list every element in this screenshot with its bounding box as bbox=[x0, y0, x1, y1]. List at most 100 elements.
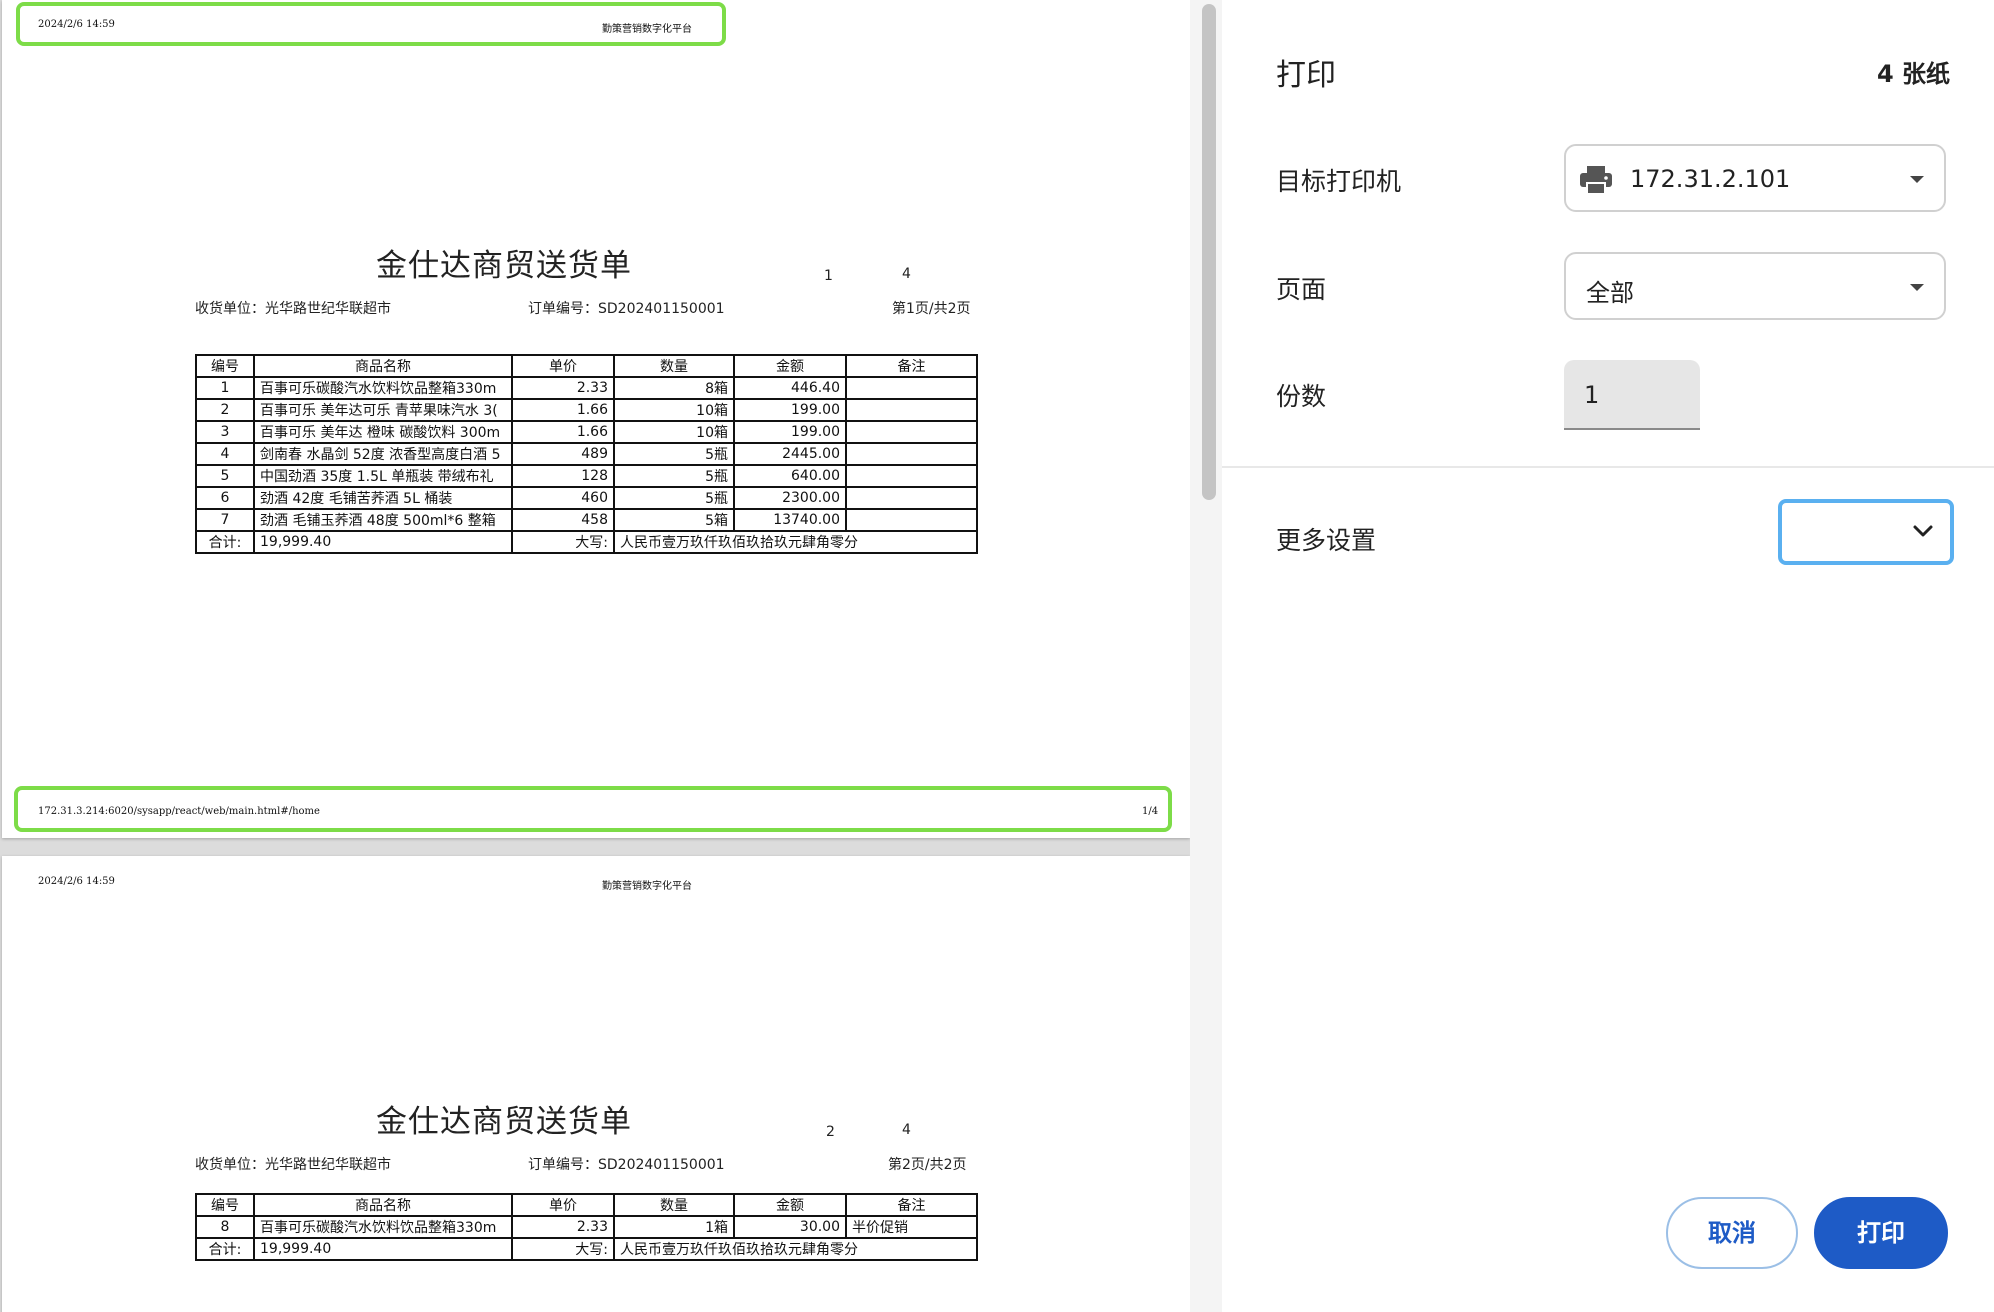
cell-no: 8 bbox=[195, 1215, 255, 1239]
printer-label: 目标打印机 bbox=[1276, 167, 1402, 196]
col-header: 单价 bbox=[511, 1193, 615, 1217]
cell-qty: 10箱 bbox=[613, 398, 735, 422]
cell-no: 7 bbox=[195, 508, 255, 532]
goods-table: 编号 商品名称 单价 数量 金额 备注 1 百事可乐碳酸汽水饮料饮品整箱330m… bbox=[195, 354, 978, 554]
preview-scrollbar[interactable] bbox=[1190, 0, 1222, 1312]
cell-note: 半价促销 bbox=[845, 1215, 978, 1239]
col-header: 编号 bbox=[195, 354, 255, 378]
cell-qty: 5瓶 bbox=[613, 442, 735, 466]
cell-name: 劲酒 42度 毛铺苦荞酒 5L 桶装 bbox=[253, 486, 513, 510]
cell-name: 百事可乐 美年达 橙味 碳酸饮料 300m bbox=[253, 420, 513, 444]
table-header-row: 编号 商品名称 单价 数量 金额 备注 bbox=[195, 354, 978, 378]
cell-qty: 1箱 bbox=[613, 1215, 735, 1239]
sheet-count: 4 张纸 bbox=[1876, 60, 1950, 88]
cancel-button[interactable]: 取消 bbox=[1666, 1197, 1798, 1269]
header-date: 2024/2/6 14:59 bbox=[38, 876, 115, 887]
cell-price: 128 bbox=[511, 464, 615, 488]
page-number-a: 2 bbox=[826, 1124, 835, 1140]
cell-name: 百事可乐 美年达可乐 青苹果味汽水 3( bbox=[253, 398, 513, 422]
dropdown-caret-icon bbox=[1910, 176, 1924, 183]
cell-amount: 640.00 bbox=[733, 464, 847, 488]
cell-qty: 5箱 bbox=[613, 508, 735, 532]
cell-qty: 8箱 bbox=[613, 376, 735, 400]
table-row: 5 中国劲酒 35度 1.5L 单瓶装 带绒布礼 128 5瓶 640.00 bbox=[195, 464, 978, 488]
panel-divider bbox=[1222, 466, 1994, 468]
print-button[interactable]: 打印 bbox=[1814, 1197, 1948, 1269]
col-header: 备注 bbox=[845, 1193, 978, 1217]
total-row: 合计: 19,999.40 大写: 人民币壹万玖仟玖佰玖拾玖元肆角零分 bbox=[195, 1237, 978, 1261]
receiver: 收货单位：光华路世纪华联超市 bbox=[195, 301, 391, 317]
total-label: 合计: bbox=[195, 1237, 255, 1261]
table-row: 2 百事可乐 美年达可乐 青苹果味汽水 3( 1.66 10箱 199.00 bbox=[195, 398, 978, 422]
table-row: 4 剑南春 水晶剑 52度 浓香型高度白酒 5 489 5瓶 2445.00 bbox=[195, 442, 978, 466]
order-number: 订单编号：SD202401150001 bbox=[528, 301, 725, 317]
header-site: 勤策营销数字化平台 bbox=[602, 24, 692, 35]
daxie-value: 人民币壹万玖仟玖佰玖拾玖元肆角零分 bbox=[613, 1237, 978, 1261]
cell-amount: 446.40 bbox=[733, 376, 847, 400]
cell-name: 劲酒 毛铺玉荞酒 48度 500ml*6 整箱 bbox=[253, 508, 513, 532]
footer-page-number: 1/4 bbox=[1142, 806, 1159, 817]
document-title: 金仕达商贸送货单 bbox=[376, 1104, 632, 1140]
cell-no: 1 bbox=[195, 376, 255, 400]
cell-note bbox=[845, 376, 978, 400]
goods-table: 编号 商品名称 单价 数量 金额 备注 8 百事可乐碳酸汽水饮料饮品整箱330m… bbox=[195, 1193, 978, 1261]
col-header: 备注 bbox=[845, 354, 978, 378]
table-row: 3 百事可乐 美年达 橙味 碳酸饮料 300m 1.66 10箱 199.00 bbox=[195, 420, 978, 444]
daxie-label: 大写: bbox=[511, 1237, 615, 1261]
page-number-b: 4 bbox=[902, 266, 911, 282]
table-row: 8 百事可乐碳酸汽水饮料饮品整箱330m 2.33 1箱 30.00 半价促销 bbox=[195, 1215, 978, 1239]
cell-name: 百事可乐碳酸汽水饮料饮品整箱330m bbox=[253, 1215, 513, 1239]
cell-note bbox=[845, 486, 978, 510]
more-settings-label: 更多设置 bbox=[1276, 526, 1377, 555]
cell-amount: 199.00 bbox=[733, 398, 847, 422]
cell-amount: 2445.00 bbox=[733, 442, 847, 466]
daxie-value: 人民币壹万玖仟玖佰玖拾玖元肆角零分 bbox=[613, 530, 978, 554]
total-row: 合计: 19,999.40 大写: 人民币壹万玖仟玖佰玖拾玖元肆角零分 bbox=[195, 530, 978, 554]
cell-amount: 30.00 bbox=[733, 1215, 847, 1239]
total-label: 合计: bbox=[195, 530, 255, 554]
cell-note bbox=[845, 442, 978, 466]
preview-page-2: 2024/2/6 14:59 勤策营销数字化平台 金仕达商贸送货单 2 4 收货… bbox=[2, 856, 1190, 1312]
header-date: 2024/2/6 14:59 bbox=[38, 19, 115, 30]
col-header: 编号 bbox=[195, 1193, 255, 1217]
chevron-down-icon bbox=[1912, 523, 1934, 543]
cell-no: 4 bbox=[195, 442, 255, 466]
dropdown-caret-icon bbox=[1910, 284, 1924, 291]
print-settings-panel: 打印 4 张纸 目标打印机 172.31.2.101 页面 全部 份数 1 更多… bbox=[1222, 0, 1994, 1312]
scrollbar-thumb[interactable] bbox=[1202, 4, 1216, 500]
header-site: 勤策营销数字化平台 bbox=[602, 881, 692, 892]
preview-page-1: 2024/2/6 14:59 勤策营销数字化平台 金仕达商贸送货单 1 4 收货… bbox=[2, 0, 1190, 838]
copies-label: 份数 bbox=[1276, 382, 1327, 411]
col-header: 商品名称 bbox=[253, 1193, 513, 1217]
cell-no: 5 bbox=[195, 464, 255, 488]
cell-price: 2.33 bbox=[511, 376, 615, 400]
cell-qty: 10箱 bbox=[613, 420, 735, 444]
printer-select[interactable]: 172.31.2.101 bbox=[1564, 144, 1946, 212]
copies-value: 1 bbox=[1584, 381, 1600, 409]
copies-input[interactable]: 1 bbox=[1564, 360, 1700, 430]
col-header: 数量 bbox=[613, 354, 735, 378]
more-settings-toggle[interactable] bbox=[1778, 499, 1954, 565]
page-number-b: 4 bbox=[902, 1122, 911, 1138]
page-info: 第1页/共2页 bbox=[892, 301, 971, 317]
col-header: 金额 bbox=[733, 354, 847, 378]
cell-note bbox=[845, 398, 978, 422]
cell-amount: 2300.00 bbox=[733, 486, 847, 510]
cell-note bbox=[845, 464, 978, 488]
cell-price: 1.66 bbox=[511, 420, 615, 444]
cell-no: 2 bbox=[195, 398, 255, 422]
cell-note bbox=[845, 420, 978, 444]
panel-title: 打印 bbox=[1276, 58, 1336, 93]
pages-select[interactable]: 全部 bbox=[1564, 252, 1946, 320]
cell-no: 3 bbox=[195, 420, 255, 444]
printer-icon bbox=[1578, 164, 1614, 200]
cell-no: 6 bbox=[195, 486, 255, 510]
table-header-row: 编号 商品名称 单价 数量 金额 备注 bbox=[195, 1193, 978, 1217]
pages-value: 全部 bbox=[1586, 279, 1634, 307]
cell-amount: 13740.00 bbox=[733, 508, 847, 532]
printer-value: 172.31.2.101 bbox=[1630, 165, 1791, 193]
pages-label: 页面 bbox=[1276, 275, 1327, 304]
print-preview: 2024/2/6 14:59 勤策营销数字化平台 金仕达商贸送货单 1 4 收货… bbox=[0, 0, 1222, 1312]
col-header: 商品名称 bbox=[253, 354, 513, 378]
table-row: 1 百事可乐碳酸汽水饮料饮品整箱330m 2.33 8箱 446.40 bbox=[195, 376, 978, 400]
